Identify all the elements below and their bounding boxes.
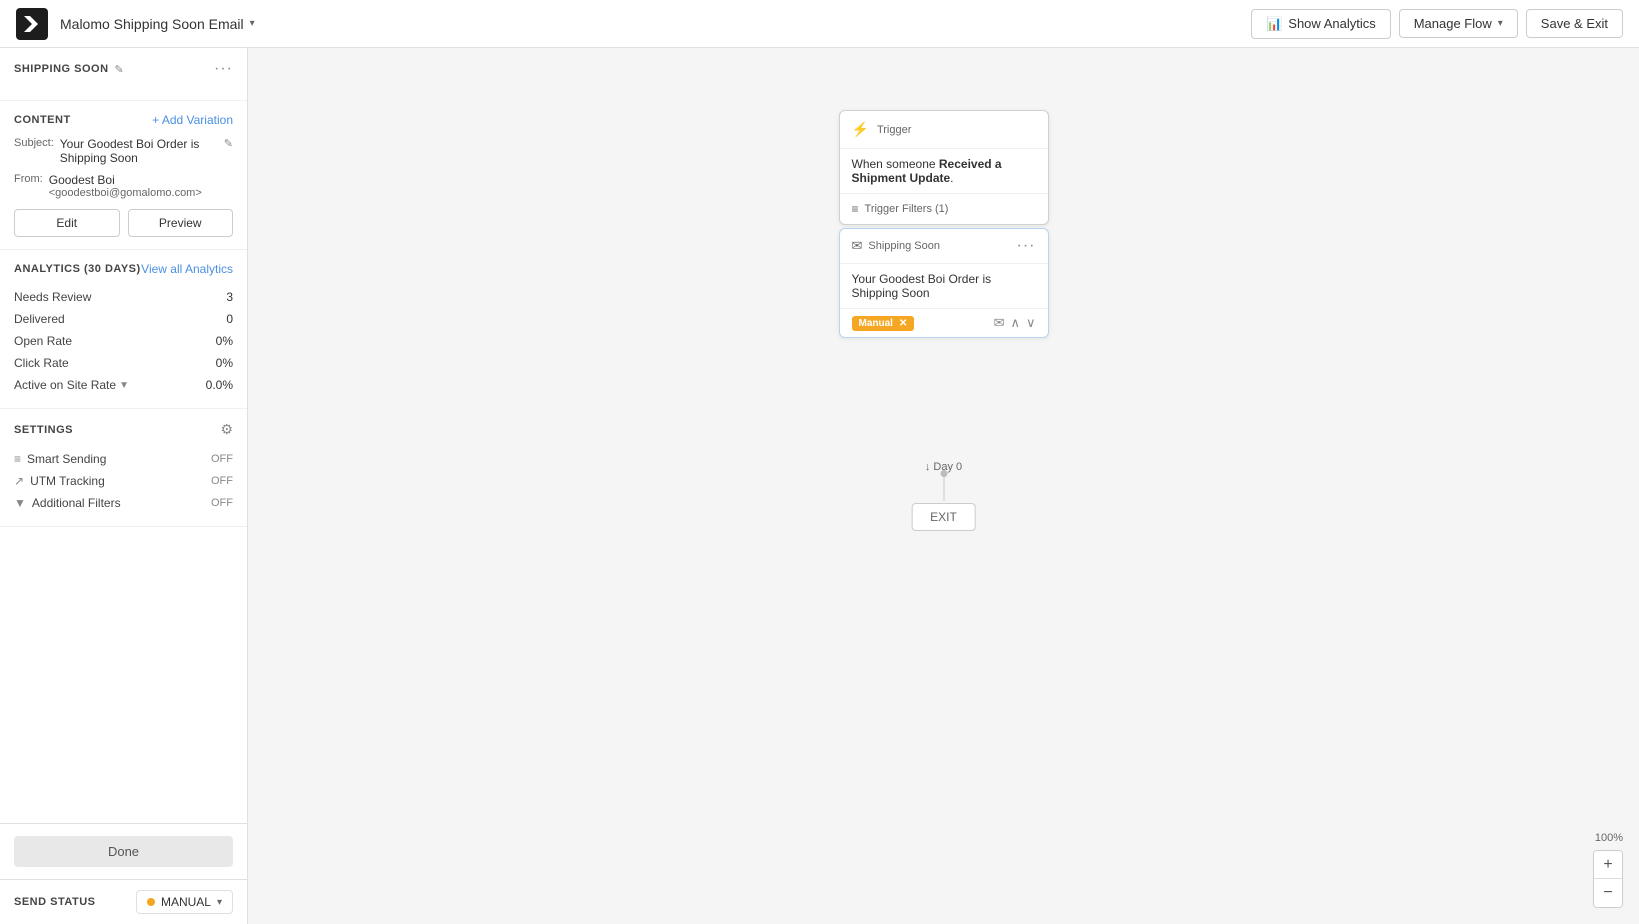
exit-node: EXIT [911,503,976,531]
content-section: CONTENT + Add Variation Subject: Your Go… [0,101,247,250]
more-options-icon[interactable]: ··· [214,60,233,78]
manual-badge[interactable]: Manual ✕ [852,316,915,331]
pencil-icon[interactable]: ✎ [115,63,124,76]
lightning-icon: ⚡ [852,121,869,138]
nav-left: Malomo Shipping Soon Email ▾ [16,8,255,40]
analytics-header: ANALYTICS (30 DAYS) View all Analytics [14,262,233,276]
from-value: Goodest Boi <goodestboi@gomalomo.com> [49,173,202,199]
subject-field: Subject: Your Goodest Boi Order is Shipp… [14,137,233,165]
shipping-soon-title-row: SHIPPING SOON ✎ [14,63,124,76]
settings-section: SETTINGS ⚙ ≡ Smart Sending OFF ↗ UTM Tra… [0,409,247,527]
settings-header: SETTINGS ⚙ [14,421,233,438]
analytics-open-rate: Open Rate 0% [14,330,233,352]
zoom-percent: 100% [1595,832,1623,844]
send-status-row: SEND STATUS MANUAL ▾ [0,879,247,924]
manage-flow-chevron-icon: ▾ [1498,18,1503,29]
main-layout: SHIPPING SOON ✎ ··· CONTENT + Add Variat… [0,48,1639,924]
trigger-filters[interactable]: ≡ Trigger Filters (1) [840,193,1048,224]
analytics-delivered: Delivered 0 [14,308,233,330]
top-nav: Malomo Shipping Soon Email ▾ 📊 Show Anal… [0,0,1639,48]
email-node-footer: Manual ✕ ✉ ∧ ∨ [840,308,1048,337]
sidebar: SHIPPING SOON ✎ ··· CONTENT + Add Variat… [0,48,248,924]
analytics-active-on-site: Active on Site Rate ▼ 0.0% [14,374,233,396]
analytics-title: ANALYTICS (30 DAYS) [14,263,141,275]
analytics-click-rate: Click Rate 0% [14,352,233,374]
trigger-node-header: ⚡ Trigger [840,111,1048,149]
shipping-soon-section: SHIPPING SOON ✎ ··· [0,48,247,101]
sidebar-spacer [0,527,247,823]
klaviyo-logo-icon [16,8,48,40]
email-node-header: ✉ Shipping Soon ··· [840,229,1048,264]
flow-canvas: ⚡ Trigger When someone Received a Shipme… [248,48,1639,924]
edit-button[interactable]: Edit [14,209,120,237]
send-status-selector[interactable]: MANUAL ▾ [136,890,233,914]
smart-sending-value: OFF [211,453,233,465]
save-exit-button[interactable]: Save & Exit [1526,9,1623,38]
smart-sending-label: Smart Sending [27,452,106,466]
trigger-node[interactable]: ⚡ Trigger When someone Received a Shipme… [839,110,1049,225]
shipping-soon-header: SHIPPING SOON ✎ ··· [14,60,233,78]
utm-tracking-value: OFF [211,475,233,487]
subject-value: Your Goodest Boi Order is Shipping Soon [60,137,218,165]
from-label: From: [14,173,43,185]
nav-right: 📊 Show Analytics Manage Flow ▾ Save & Ex… [1251,9,1623,39]
from-field: From: Goodest Boi <goodestboi@gomalomo.c… [14,173,233,199]
zoom-btn-group: + − [1593,850,1623,908]
smart-sending-row: ≡ Smart Sending OFF [14,448,233,470]
up-action-icon[interactable]: ∧ [1010,315,1020,331]
connector-line-2 [943,473,944,501]
utm-tracking-label: UTM Tracking [30,474,105,488]
analytics-rows: Needs Review 3 Delivered 0 Open Rate 0% … [14,286,233,396]
additional-filters-row: ▼ Additional Filters OFF [14,492,233,514]
additional-filters-icon: ▼ [14,496,26,510]
utm-tracking-icon: ↗ [14,474,24,488]
smart-sending-icon: ≡ [14,452,21,466]
settings-title: SETTINGS [14,424,73,436]
status-dot-icon [147,898,155,906]
utm-tracking-row: ↗ UTM Tracking OFF [14,470,233,492]
down-action-icon[interactable]: ∨ [1026,315,1036,331]
zoom-in-button[interactable]: + [1594,851,1622,879]
additional-filters-label: Additional Filters [32,496,121,510]
done-section: Done [0,823,247,879]
analytics-needs-review: Needs Review 3 [14,286,233,308]
day-label: ↓ Day 0 [925,461,962,473]
envelope-action-icon[interactable]: ✉ [994,315,1005,331]
preview-button[interactable]: Preview [128,209,234,237]
add-variation-link[interactable]: + Add Variation [152,113,233,127]
zoom-controls: 100% + − [1593,832,1623,908]
envelope-icon: ✉ [852,238,863,254]
manage-flow-button[interactable]: Manage Flow ▾ [1399,9,1518,38]
subject-edit-icon[interactable]: ✎ [224,137,233,150]
chevron-down-icon: ▾ [250,18,255,29]
email-node-type: Shipping Soon [868,240,940,252]
gear-icon[interactable]: ⚙ [220,421,233,438]
send-status-chevron-icon: ▾ [217,897,222,908]
shipping-soon-title: SHIPPING SOON [14,63,109,75]
send-status-label: SEND STATUS [14,896,96,908]
zoom-out-button[interactable]: − [1594,879,1622,907]
node-actions: ✉ ∧ ∨ [994,315,1036,331]
additional-filters-value: OFF [211,497,233,509]
email-node-body: Your Goodest Boi Order is Shipping Soon [840,264,1048,308]
bar-chart-icon: 📊 [1266,16,1282,32]
flow-name-selector[interactable]: Malomo Shipping Soon Email ▾ [60,16,255,32]
content-header: CONTENT + Add Variation [14,113,233,127]
trigger-label: Trigger [877,124,911,136]
view-all-analytics-link[interactable]: View all Analytics [141,262,233,276]
filter-icon: ≡ [852,202,859,216]
flow-name-label: Malomo Shipping Soon Email [60,16,244,32]
email-node-more-icon[interactable]: ··· [1017,237,1036,255]
badge-x-icon[interactable]: ✕ [899,318,907,329]
analytics-section: ANALYTICS (30 DAYS) View all Analytics N… [0,250,247,409]
send-status-value: MANUAL [161,895,211,909]
email-node[interactable]: ✉ Shipping Soon ··· Your Goodest Boi Ord… [839,228,1049,338]
show-analytics-button[interactable]: 📊 Show Analytics [1251,9,1391,39]
subject-label: Subject: [14,137,54,149]
content-actions: Edit Preview [14,209,233,237]
arrow-icon: ↓ [925,461,931,473]
content-title: CONTENT [14,114,71,126]
done-button[interactable]: Done [14,836,233,867]
trigger-body: When someone Received a Shipment Update. [840,149,1048,193]
